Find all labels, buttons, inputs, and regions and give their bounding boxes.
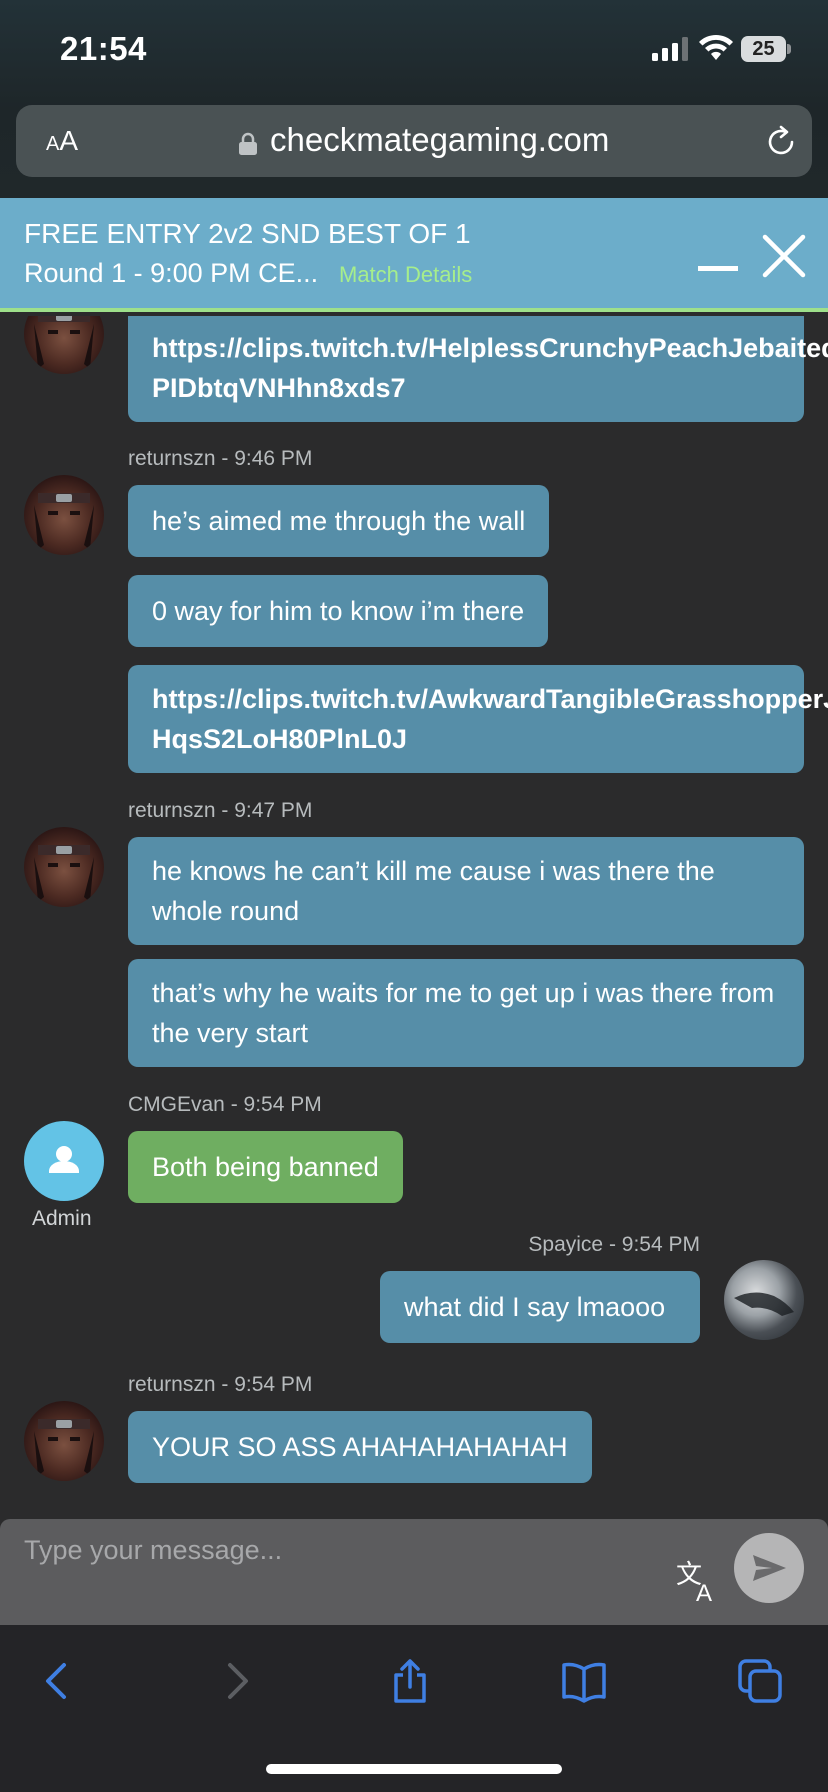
bookmarks-icon[interactable] <box>560 1657 608 1705</box>
text-size-button[interactable]: AA <box>46 125 78 157</box>
battery-level: 25 <box>741 36 786 62</box>
message-meta: returnszn - 9:54 PM <box>128 1373 313 1396</box>
forward-icon[interactable] <box>212 1657 260 1705</box>
user-avatar[interactable] <box>24 475 104 555</box>
ninja-avatar-icon <box>34 316 94 369</box>
message-bubble[interactable]: that’s why he waits for me to get up i w… <box>128 959 804 1067</box>
match-banner: FREE ENTRY 2v2 SND BEST OF 1 Round 1 - 9… <box>0 198 828 312</box>
back-icon[interactable] <box>34 1657 82 1705</box>
reload-icon[interactable] <box>764 125 798 159</box>
translate-icon[interactable]: 文 A <box>676 1559 722 1603</box>
message-meta: CMGEvan - 9:54 PM <box>128 1093 322 1116</box>
text-size-small-glyph: A <box>46 133 60 155</box>
message-bubble[interactable]: 0 way for him to know i’m there <box>128 575 549 647</box>
admin-role-label: Admin <box>32 1207 92 1230</box>
cellular-signal-icon <box>652 37 688 61</box>
status-bar: 21:54 25 <box>0 0 828 100</box>
lock-icon <box>239 132 257 155</box>
match-details-link[interactable]: Match Details <box>339 262 472 288</box>
send-icon <box>753 1555 786 1581</box>
person-icon <box>49 1146 79 1173</box>
url-text[interactable]: checkmategaming.com <box>270 121 609 159</box>
battery-nub <box>787 44 791 54</box>
own-avatar[interactable] <box>724 1260 804 1340</box>
match-title: FREE ENTRY 2v2 SND BEST OF 1 <box>24 218 471 249</box>
message-bubble[interactable]: https://clips.twitch.tv/HelplessCrunchyP… <box>128 316 828 422</box>
message-bubble[interactable]: YOUR SO ASS AHAHAHAHAHAH <box>128 1411 592 1483</box>
ninja-avatar-icon <box>34 493 94 550</box>
message-meta: returnszn - 9:46 PM <box>128 447 313 470</box>
tabs-icon[interactable] <box>736 1657 784 1705</box>
match-round: Round 1 - 9:00 PM CE... <box>24 258 319 288</box>
user-avatar[interactable] <box>24 827 104 907</box>
message-meta: Spayice - 9:54 PM <box>528 1233 700 1256</box>
send-button[interactable] <box>734 1533 804 1603</box>
own-message-bubble[interactable]: what did I say lmaooo <box>380 1271 700 1343</box>
admin-message-bubble[interactable]: Both being banned <box>128 1131 403 1203</box>
message-input[interactable]: Type your message... <box>24 1535 282 1566</box>
user-avatar[interactable] <box>24 316 104 374</box>
home-indicator <box>266 1764 562 1774</box>
profile-photo-icon <box>734 1292 794 1316</box>
message-bubble[interactable]: he knows he can’t kill me cause i was th… <box>128 837 804 945</box>
message-composer: Type your message... 文 A <box>0 1519 828 1625</box>
minimize-icon[interactable] <box>698 266 738 271</box>
svg-text:A: A <box>696 1580 712 1603</box>
address-bar[interactable]: AA checkmategaming.com <box>16 105 812 177</box>
wifi-icon <box>699 34 733 60</box>
text-size-large-glyph: A <box>59 125 79 156</box>
share-icon[interactable] <box>386 1657 434 1705</box>
message-meta: returnszn - 9:47 PM <box>128 799 313 822</box>
user-avatar[interactable] <box>24 1401 104 1481</box>
ninja-avatar-icon <box>34 845 94 902</box>
message-bubble[interactable]: he’s aimed me through the wall <box>128 485 550 557</box>
message-bubble[interactable]: https://clips.twitch.tv/AwkwardTangibleG… <box>128 665 828 773</box>
admin-avatar[interactable] <box>24 1121 104 1201</box>
chat-messages[interactable]: https://clips.twitch.tv/HelplessCrunchyP… <box>0 316 828 1516</box>
close-icon[interactable] <box>762 234 806 278</box>
battery-indicator: 25 <box>741 36 791 62</box>
status-time: 21:54 <box>60 30 147 67</box>
ninja-avatar-icon <box>34 1419 94 1476</box>
